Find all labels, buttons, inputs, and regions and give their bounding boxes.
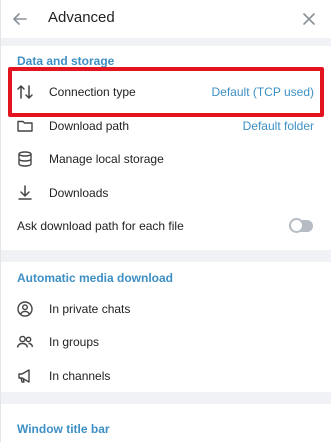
- row-label: Downloads: [49, 185, 109, 200]
- row-groups[interactable]: In groups: [1, 325, 331, 358]
- section-title-window-title-bar: Window title bar: [17, 422, 110, 436]
- row-label: In private chats: [49, 301, 131, 316]
- row-manage-local-storage[interactable]: Manage local storage: [1, 142, 331, 175]
- section-media-download: Automatic media download In private chat…: [1, 262, 331, 392]
- user-icon: [15, 299, 35, 319]
- settings-window: Advanced Data and storage Connection typ…: [0, 0, 331, 442]
- section-title-media-download: Automatic media download: [17, 271, 174, 285]
- group-icon: [15, 332, 35, 352]
- download-icon: [15, 183, 35, 203]
- close-icon[interactable]: [298, 8, 320, 30]
- database-icon: [15, 149, 35, 169]
- row-connection-type[interactable]: Connection type Default (TCP used): [1, 75, 331, 108]
- row-label: Manage local storage: [49, 151, 164, 166]
- row-label: In groups: [49, 334, 100, 349]
- row-label: Connection type: [49, 84, 136, 99]
- section-data-storage: Data and storage Connection type Default…: [1, 46, 331, 250]
- toggle-knob: [289, 217, 304, 233]
- row-label: Download path: [49, 118, 130, 133]
- section-title-data-storage: Data and storage: [17, 54, 115, 68]
- row-label: In channels: [49, 368, 111, 383]
- row-value: Default folder: [242, 118, 314, 133]
- row-download-path[interactable]: Download path Default folder: [1, 109, 331, 142]
- ask-path-toggle[interactable]: [289, 217, 313, 233]
- header-bar: Advanced: [1, 0, 331, 38]
- row-value: Default (TCP used): [211, 84, 315, 99]
- section-window-title-bar: Window title bar: [1, 404, 331, 442]
- arrows-up-down-icon: [15, 82, 35, 102]
- row-downloads[interactable]: Downloads: [1, 176, 331, 209]
- row-private-chats[interactable]: In private chats: [1, 292, 331, 325]
- row-ask-download-path[interactable]: Ask download path for each file: [1, 209, 331, 242]
- megaphone-icon: [15, 366, 35, 386]
- arrow-left-icon[interactable]: [9, 8, 31, 30]
- row-label: Ask download path for each file: [17, 218, 184, 233]
- folder-icon: [15, 116, 35, 136]
- page-title: Advanced: [48, 9, 115, 26]
- row-channels[interactable]: In channels: [1, 359, 331, 392]
